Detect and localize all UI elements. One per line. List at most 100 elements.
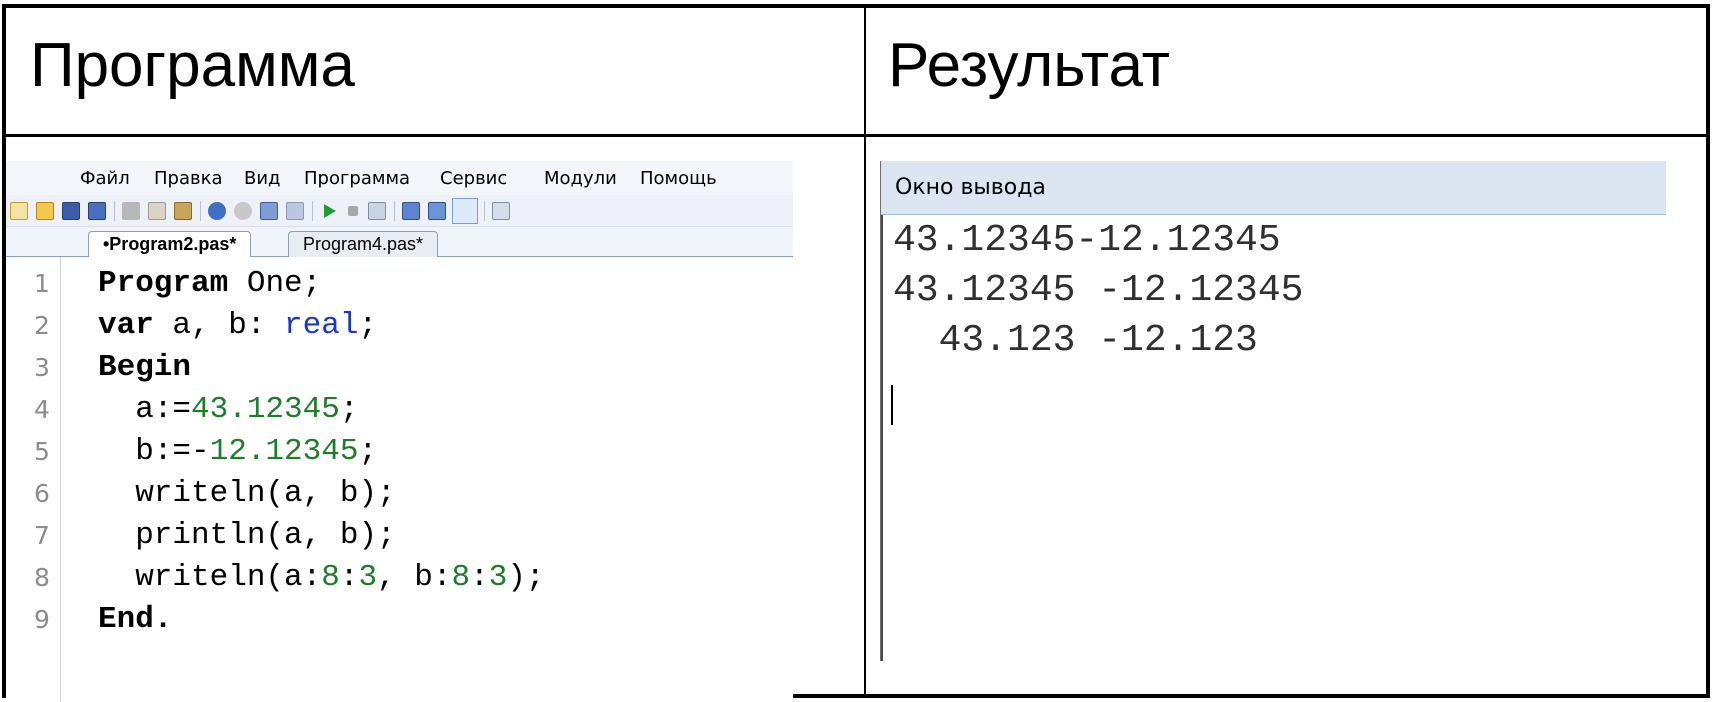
code-token: , b: [377, 560, 452, 595]
toolbar-separator [200, 201, 201, 221]
code-token: writeln(a: [98, 560, 322, 595]
line-number: 3 [34, 353, 50, 382]
code-token: : [339, 560, 359, 595]
code-token: a, b: [153, 308, 285, 343]
code-line: 2 var a, b: real; [6, 305, 793, 347]
code-token: ; [358, 434, 378, 469]
code-line: 5 b:=-12.12345; [6, 431, 793, 473]
code-line: 9 End. [6, 599, 793, 641]
save-all-icon[interactable] [88, 202, 106, 220]
header-result: Результат [888, 31, 1170, 100]
code-token: real [284, 308, 359, 343]
code-token: Program [98, 266, 229, 301]
save-icon[interactable] [62, 202, 80, 220]
output-window: Окно вывода 43.12345-12.12345 43.12345 -… [880, 161, 1666, 661]
code-token: println(a, b); [98, 518, 396, 553]
undo-icon[interactable] [208, 202, 226, 220]
code-token: 8 [451, 560, 471, 595]
menu-file[interactable]: Файл [80, 168, 130, 189]
output-window-title: Окно вывода [881, 161, 1666, 215]
ide-window: Файл Правка Вид Программа Сервис Модули … [6, 161, 793, 702]
menu-modules[interactable]: Модули [544, 168, 617, 189]
copy-icon[interactable] [148, 202, 166, 220]
code-token: One; [228, 266, 322, 301]
line-number: 4 [34, 395, 50, 424]
line-number: 1 [34, 269, 50, 298]
find-icon[interactable] [260, 202, 278, 220]
menu-service[interactable]: Сервис [440, 168, 507, 189]
redo-icon[interactable] [234, 202, 252, 220]
code-token: 43.12345 [191, 392, 340, 427]
code-token: Begin [98, 350, 192, 385]
code-token: ; [358, 308, 378, 343]
code-token: var [98, 308, 154, 343]
code-text: var a, b: real; [98, 305, 377, 347]
code-line: 1 Program One; [6, 263, 793, 305]
output-window-toggle-icon[interactable] [452, 198, 478, 224]
code-token: End. [98, 602, 173, 637]
code-line: 4 a:=43.12345; [6, 389, 793, 431]
menu-edit[interactable]: Правка [154, 168, 223, 189]
menu-program[interactable]: Программа [304, 168, 410, 189]
text-cursor [891, 385, 893, 425]
line-number: 2 [34, 311, 50, 340]
stop-icon[interactable] [348, 206, 358, 216]
code-editor[interactable]: 1 Program One; 2 var a, b: real; 3 Begin 4 a:=… [6, 257, 793, 702]
output-line: 43.12345-12.12345 [893, 219, 1281, 262]
code-token: ); [507, 560, 545, 595]
editor-tabs: •Program2.pas* Program4.pas* [6, 227, 793, 258]
run-icon[interactable] [324, 204, 336, 218]
options-icon[interactable] [492, 202, 510, 220]
code-text: println(a, b); [98, 515, 396, 557]
code-text: a:=43.12345; [98, 389, 358, 431]
form-designer-icon[interactable] [368, 202, 386, 220]
toolbar-separator [312, 201, 313, 221]
code-token: writeln(a, b); [98, 476, 396, 511]
step-icon[interactable] [428, 202, 446, 220]
code-token: 3 [488, 560, 508, 595]
line-number: 9 [34, 605, 50, 634]
code-text: Begin [98, 347, 191, 389]
code-token: 3 [358, 560, 378, 595]
line-number: 6 [34, 479, 50, 508]
column-divider [864, 8, 866, 694]
new-file-icon[interactable] [10, 202, 28, 220]
output-line: 43.123 -12.123 [893, 319, 1258, 362]
code-line: 6 writeln(a, b); [6, 473, 793, 515]
code-token: ; [339, 392, 359, 427]
code-text: End. [98, 599, 172, 641]
debug-icon[interactable] [402, 202, 420, 220]
code-text: writeln(a, b); [98, 473, 396, 515]
line-number: 8 [34, 563, 50, 592]
code-token: a:= [98, 392, 192, 427]
toolbar-separator [394, 201, 395, 221]
code-text: b:=-12.12345; [98, 431, 377, 473]
output-text-area[interactable]: 43.12345-12.12345 43.12345 -12.12345 43.… [881, 215, 1666, 661]
header-program: Программа [30, 31, 355, 100]
code-token: b:=- [98, 434, 210, 469]
code-line: 7 println(a, b); [6, 515, 793, 557]
cut-icon[interactable] [122, 202, 140, 220]
menu-help[interactable]: Помощь [640, 168, 717, 189]
tab-program2[interactable]: •Program2.pas* [88, 231, 252, 258]
paste-icon[interactable] [174, 202, 192, 220]
code-text: Program One; [98, 263, 321, 305]
toolbar-separator [484, 201, 485, 221]
code-token: : [470, 560, 489, 595]
replace-icon[interactable] [286, 202, 304, 220]
line-number: 7 [34, 521, 50, 550]
code-text: writeln(a:8:3, b:8:3); [98, 557, 545, 599]
line-number: 5 [34, 437, 50, 466]
open-folder-icon[interactable] [36, 202, 54, 220]
toolbar-separator [114, 201, 115, 221]
header-divider [6, 134, 1706, 137]
tab-program4[interactable]: Program4.pas* [288, 231, 439, 257]
code-token: 12.12345 [209, 434, 359, 469]
menu-bar: Файл Правка Вид Программа Сервис Модули … [6, 161, 793, 195]
code-line: 8 writeln(a:8:3, b:8:3); [6, 557, 793, 599]
output-line: 43.12345 -12.12345 [893, 269, 1304, 312]
code-line: 3 Begin [6, 347, 793, 389]
toolbar [6, 195, 793, 227]
menu-view[interactable]: Вид [244, 168, 281, 189]
code-token: 8 [321, 560, 340, 595]
